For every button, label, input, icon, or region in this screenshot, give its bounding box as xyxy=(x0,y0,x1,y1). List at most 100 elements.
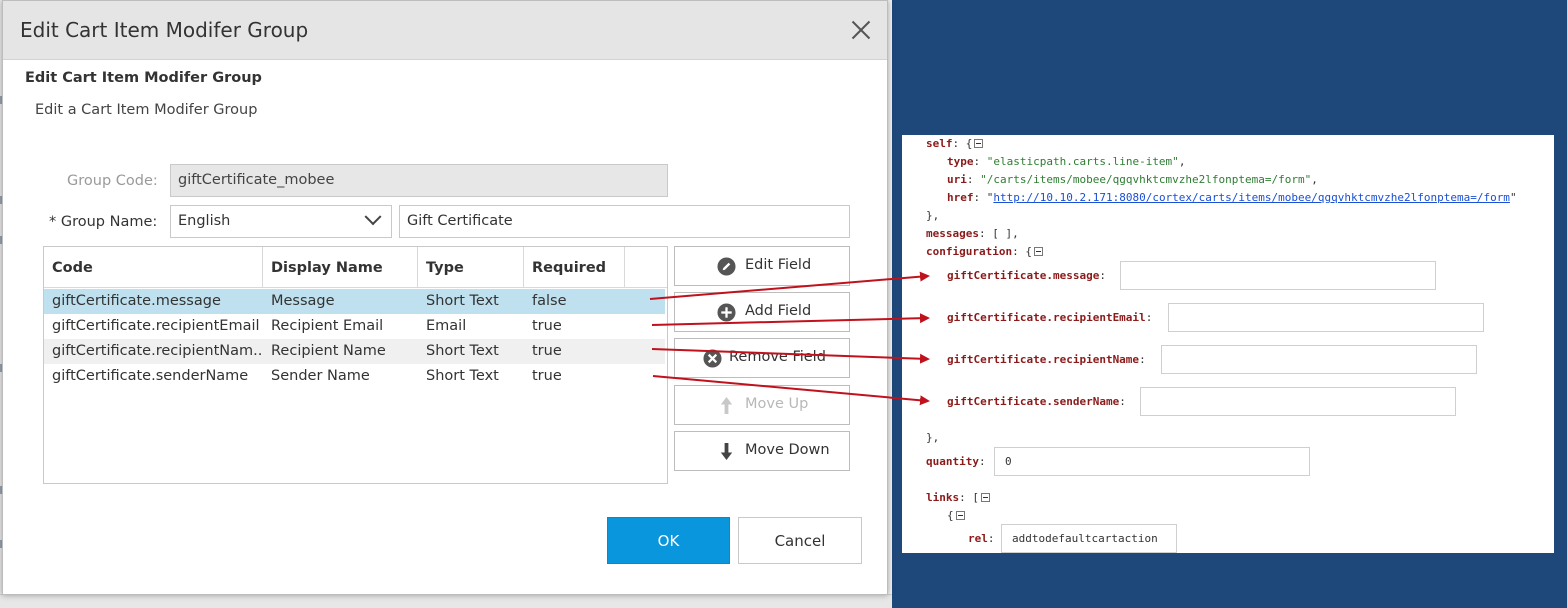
cancel-button[interactable]: Cancel xyxy=(738,517,862,564)
cell-type: Short Text xyxy=(426,368,499,384)
json-key-href: href xyxy=(947,191,974,204)
json-key-messages: messages xyxy=(926,227,979,240)
json-link-object: { xyxy=(947,509,965,522)
cell-type: Short Text xyxy=(426,343,499,359)
config-field-label: giftCertificate.recipientEmail: xyxy=(947,311,1153,324)
config-key-message: giftCertificate.message xyxy=(947,269,1100,282)
collapse-toggle-icon[interactable] xyxy=(955,511,965,520)
remove-circle-icon xyxy=(703,349,722,368)
move-down-label: Move Down xyxy=(745,442,830,458)
json-key-self: self xyxy=(926,137,953,150)
column-header-type[interactable]: Type xyxy=(418,247,524,287)
arrow-up-icon xyxy=(720,396,733,415)
table-row[interactable]: giftCertificate.recipientNam... Recipien… xyxy=(44,339,665,364)
add-field-button[interactable]: Add Field xyxy=(674,292,850,332)
config-key-recipient-name: giftCertificate.recipientName xyxy=(947,353,1140,366)
message-input[interactable] xyxy=(1120,261,1436,290)
json-close-brace: }, xyxy=(926,431,940,444)
close-icon[interactable] xyxy=(847,16,875,44)
href-link[interactable]: http://10.10.2.171:8080/cortex/carts/ite… xyxy=(993,191,1510,204)
remove-field-label: Remove Field xyxy=(729,349,826,365)
json-key-configuration: configuration xyxy=(926,245,1013,258)
cell-display-name: Sender Name xyxy=(271,368,370,384)
background-app-bottom-strip xyxy=(0,594,892,608)
arrow-down-icon xyxy=(720,442,733,461)
cell-required: true xyxy=(532,368,562,384)
table-row[interactable]: giftCertificate.recipientEmail Recipient… xyxy=(44,314,665,339)
dialog-titlebar: Edit Cart Item Modifer Group xyxy=(3,1,887,60)
json-key-type: type xyxy=(947,155,974,168)
collapse-toggle-icon[interactable] xyxy=(1033,247,1043,256)
json-type-line: type: "elasticpath.carts.line-item", xyxy=(947,155,1186,168)
collapse-toggle-icon[interactable] xyxy=(974,139,984,148)
cell-code: giftCertificate.senderName xyxy=(52,368,249,384)
edit-field-label: Edit Field xyxy=(745,257,812,273)
cell-display-name: Message xyxy=(271,293,335,309)
json-uri-line: uri: "/carts/items/mobee/qgqvhktcmvzhe2l… xyxy=(947,173,1318,186)
json-key-quantity: quantity xyxy=(926,455,979,468)
json-quantity-line: quantity: xyxy=(926,455,986,468)
table-row[interactable]: giftCertificate.senderName Sender Name S… xyxy=(44,364,665,389)
remove-field-button[interactable]: Remove Field xyxy=(674,338,850,378)
sender-name-input[interactable] xyxy=(1140,387,1456,416)
json-self-line: self: { xyxy=(926,137,984,150)
cell-required: true xyxy=(532,318,562,334)
config-key-sender-name: giftCertificate.senderName xyxy=(947,395,1120,408)
group-code-label: Group Code: xyxy=(67,173,158,189)
edit-field-button[interactable]: Edit Field xyxy=(674,246,850,286)
json-href-line: href: "http://10.10.2.171:8080/cortex/ca… xyxy=(947,191,1517,204)
fields-table: Code Display Name Type Required giftCert… xyxy=(43,246,668,484)
column-header-code[interactable]: Code xyxy=(44,247,263,287)
cell-type: Short Text xyxy=(426,293,499,309)
cell-code: giftCertificate.message xyxy=(52,293,221,309)
collapse-toggle-icon[interactable] xyxy=(981,493,990,502)
json-uri-value: "/carts/items/mobee/qgqvhktcmvzhe2lfonpt… xyxy=(980,173,1312,186)
move-down-button[interactable]: Move Down xyxy=(674,431,850,471)
column-header-filler xyxy=(625,247,667,287)
json-messages-line: messages: [ ], xyxy=(926,227,1019,240)
table-row[interactable]: giftCertificate.message Message Short Te… xyxy=(44,289,665,314)
json-links-line: links: [ xyxy=(926,491,990,504)
cell-code: giftCertificate.recipientEmail xyxy=(52,318,260,334)
cell-display-name: Recipient Name xyxy=(271,343,386,359)
column-header-display-name[interactable]: Display Name xyxy=(263,247,418,287)
language-select[interactable]: English xyxy=(170,205,392,238)
json-key-rel: rel xyxy=(968,532,988,545)
recipient-email-input[interactable] xyxy=(1168,303,1484,332)
cell-code: giftCertificate.recipientNam... xyxy=(52,343,263,359)
json-key-uri: uri xyxy=(947,173,967,186)
move-up-label: Move Up xyxy=(745,396,809,412)
json-type-value: "elasticpath.carts.line-item" xyxy=(986,155,1179,168)
group-name-label: * Group Name: xyxy=(49,214,158,230)
group-name-input[interactable]: Gift Certificate xyxy=(399,205,850,238)
json-close-brace: }, xyxy=(926,209,940,222)
config-field-label: giftCertificate.message: xyxy=(947,269,1106,282)
cortex-form-panel: self: { type: "elasticpath.carts.line-it… xyxy=(902,135,1554,553)
ok-button[interactable]: OK xyxy=(607,517,730,564)
chevron-down-icon xyxy=(364,208,382,226)
dialog-title: Edit Cart Item Modifer Group xyxy=(20,18,309,42)
cell-display-name: Recipient Email xyxy=(271,318,384,334)
plus-circle-icon xyxy=(717,303,736,322)
json-configuration-line: configuration: { xyxy=(926,245,1043,258)
quantity-input[interactable]: 0 xyxy=(994,447,1310,476)
table-header: Code Display Name Type Required xyxy=(44,247,667,288)
json-rel-line: rel: xyxy=(968,532,995,545)
language-select-value: English xyxy=(178,213,231,229)
cell-type: Email xyxy=(426,318,467,334)
config-key-recipient-email: giftCertificate.recipientEmail xyxy=(947,311,1146,324)
json-key-links: links xyxy=(926,491,960,504)
dialog-heading: Edit Cart Item Modifer Group xyxy=(25,70,262,86)
cell-required: false xyxy=(532,293,567,309)
move-up-button[interactable]: Move Up xyxy=(674,385,850,425)
json-messages-value: [ ], xyxy=(992,227,1019,240)
pencil-icon xyxy=(717,257,736,276)
edit-modifier-group-dialog: Edit Cart Item Modifer Group Edit Cart I… xyxy=(2,0,888,595)
column-header-required[interactable]: Required xyxy=(524,247,625,287)
group-code-field: giftCertificate_mobee xyxy=(170,164,668,197)
add-field-label: Add Field xyxy=(745,303,812,319)
dialog-subheading: Edit a Cart Item Modifer Group xyxy=(35,102,258,118)
recipient-name-input[interactable] xyxy=(1161,345,1477,374)
cell-required: true xyxy=(532,343,562,359)
config-field-label: giftCertificate.senderName: xyxy=(947,395,1126,408)
